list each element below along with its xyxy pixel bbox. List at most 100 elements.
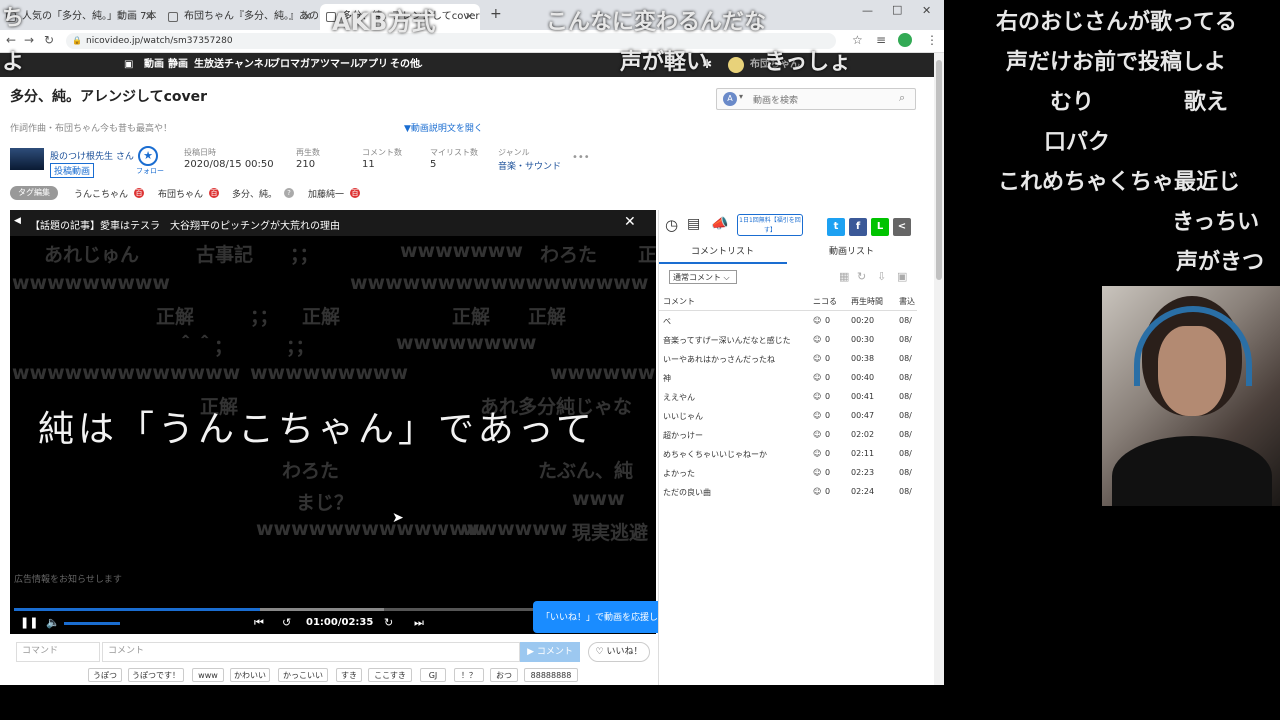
playlist-icon[interactable]: ▤ <box>687 216 700 232</box>
megaphone-icon[interactable]: 📣 <box>711 216 728 232</box>
comment-filter-select[interactable]: 通常コメント ⌵ <box>669 270 737 284</box>
new-tab-button[interactable]: + <box>490 6 502 22</box>
lottery-badge[interactable]: 1日1回無料【福引を回す】 <box>737 214 803 236</box>
tag-item[interactable]: 加藤純一 <box>308 187 344 200</box>
nicoru-icon[interactable]: ☺ <box>813 335 821 344</box>
user-avatar[interactable] <box>728 57 744 73</box>
comment-settings-icon[interactable]: ▣ <box>897 270 907 283</box>
ad-note[interactable]: 広告情報をお知らせします <box>14 572 122 585</box>
open-description-link[interactable]: ▼動画説明文を開く <box>404 121 483 134</box>
rewind-10-icon[interactable]: ↺ <box>282 616 291 629</box>
dictionary-icon[interactable]: 百 <box>350 188 360 198</box>
tag-item[interactable]: 布団ちゃん <box>158 187 203 200</box>
follow-star-icon[interactable]: ★ <box>138 146 158 166</box>
tab-comment-list[interactable]: コメントリスト <box>691 244 754 257</box>
nicoru-icon[interactable]: ☺ <box>813 316 821 325</box>
news-close-icon[interactable]: ✕ <box>624 214 636 230</box>
nicoru-icon[interactable]: ☺ <box>813 487 821 496</box>
chevron-down-icon[interactable]: ▾ <box>739 92 743 101</box>
twitter-icon[interactable]: t <box>827 218 845 236</box>
minimize-button[interactable]: — <box>862 4 873 17</box>
nicoru-icon[interactable]: ☺ <box>813 354 821 363</box>
skip-forward-icon[interactable]: ⏭ <box>414 616 424 630</box>
comment-row[interactable]: べ ☺ 0 00:20 08/ <box>659 312 917 331</box>
uploader-thumbnail[interactable] <box>10 148 44 170</box>
profile-avatar[interactable] <box>898 33 912 47</box>
comment-row[interactable]: ええやん ☺ 0 00:41 08/ <box>659 388 917 407</box>
quick-comment-button[interactable]: かわいい <box>230 668 270 682</box>
browser-tab[interactable]: 布団ちゃん『多分、純。』あの頃の ✕ <box>162 4 318 30</box>
column-header[interactable]: ニコる <box>813 296 837 307</box>
tab-video-list[interactable]: 動画リスト <box>829 244 874 257</box>
nicoru-icon[interactable]: ☺ <box>813 392 821 401</box>
nav-item-seiga[interactable]: 静画 <box>168 53 188 77</box>
dictionary-icon[interactable]: ? <box>284 188 294 198</box>
forward-icon[interactable]: → <box>24 33 34 47</box>
maximize-button[interactable]: □ <box>892 3 902 16</box>
column-header[interactable]: 再生時間 <box>851 296 883 307</box>
comment-row[interactable]: よかった ☺ 0 02:23 08/ <box>659 464 917 483</box>
nicoru-icon[interactable]: ☺ <box>813 449 821 458</box>
nav-item-app[interactable]: アプリ <box>358 53 388 77</box>
nav-item-atsumaru[interactable]: アツマール <box>310 53 360 77</box>
more-options-icon[interactable]: ••• <box>572 152 590 163</box>
nav-item-channel[interactable]: チャンネル <box>224 53 274 77</box>
quick-comment-button[interactable]: 88888888 <box>524 668 578 682</box>
quick-comment-button[interactable]: www <box>192 668 224 682</box>
search-type-icon[interactable]: A <box>723 92 737 106</box>
share-icon[interactable]: < <box>893 218 911 236</box>
calendar-icon[interactable]: ▦ <box>839 270 849 283</box>
quick-comment-button[interactable]: ！？ <box>454 668 484 682</box>
comment-row[interactable]: ただの良い曲 ☺ 0 02:24 08/ <box>659 483 917 502</box>
niconico-logo-icon[interactable]: ▣ <box>124 53 133 77</box>
comment-row[interactable]: 神 ☺ 0 00:40 08/ <box>659 369 917 388</box>
tag-item[interactable]: うんこちゃん <box>74 187 128 200</box>
volume-icon[interactable]: 🔈 <box>46 616 60 629</box>
volume-slider[interactable] <box>64 622 120 625</box>
bookmark-star-icon[interactable]: ☆ <box>852 33 863 47</box>
nicoru-icon[interactable]: ☺ <box>813 373 821 382</box>
close-window-button[interactable]: ✕ <box>922 4 931 17</box>
quick-comment-button[interactable]: ここすき <box>368 668 412 682</box>
comment-row[interactable]: めちゃくちゃいいじゃねーか ☺ 0 02:11 08/ <box>659 445 917 464</box>
comment-input[interactable]: コメント <box>102 642 520 662</box>
clock-icon[interactable]: ◷ <box>665 216 678 234</box>
quick-comment-button[interactable]: うぽつです！ <box>128 668 184 682</box>
comment-row[interactable]: いーやあれはかっさんだったね ☺ 0 00:38 08/ <box>659 350 917 369</box>
comment-submit-button[interactable]: ▶ コメント <box>520 642 580 662</box>
nicoru-icon[interactable]: ☺ <box>813 411 821 420</box>
quick-comment-button[interactable]: うぽつ <box>88 668 122 682</box>
close-tab-icon[interactable]: ✕ <box>465 4 474 30</box>
line-icon[interactable]: L <box>871 218 889 236</box>
nicoru-icon[interactable]: ☺ <box>813 430 821 439</box>
video-player[interactable]: ◀ 【話題の記事】愛車はテスラ 大谷翔平のピッチングが大荒れの理由 ✕ あれじゅ… <box>10 210 656 634</box>
search-icon[interactable]: ⌕ <box>899 91 905 105</box>
search-input[interactable] <box>751 91 895 109</box>
nav-item-video[interactable]: 動画 <box>144 53 164 77</box>
tag-item[interactable]: 多分、純。 <box>232 187 277 200</box>
dictionary-icon[interactable]: 百 <box>209 188 219 198</box>
column-header[interactable]: 書込 <box>899 296 915 307</box>
comment-row[interactable]: 超かっけー ☺ 0 02:02 08/ <box>659 426 917 445</box>
forward-10-icon[interactable]: ↻ <box>384 616 393 629</box>
download-icon[interactable]: ⇩ <box>877 270 886 283</box>
uploader-name[interactable]: 股のつけ根先生 さん <box>50 149 134 162</box>
comment-row[interactable]: 音楽ってすげー深いんだなと感じた ☺ 0 00:30 08/ <box>659 331 917 350</box>
nav-item-blomaga[interactable]: ブロマガ <box>270 53 310 77</box>
reading-list-icon[interactable]: ≡ <box>876 33 886 47</box>
comment-row[interactable]: いいじゃん ☺ 0 00:47 08/ <box>659 407 917 426</box>
nicoru-icon[interactable]: ☺ <box>813 468 821 477</box>
tag-edit-button[interactable]: タグ編集 <box>10 186 58 200</box>
nav-item-live[interactable]: 生放送 <box>194 53 224 77</box>
reload-icon[interactable]: ↻ <box>44 33 54 47</box>
close-tab-icon[interactable]: ✕ <box>145 4 154 30</box>
facebook-icon[interactable]: f <box>849 218 867 236</box>
close-tab-icon[interactable]: ✕ <box>303 4 312 30</box>
news-text[interactable]: 【話題の記事】愛車はテスラ 大谷翔平のピッチングが大荒れの理由 <box>30 217 340 232</box>
like-button[interactable]: ♡ いいね！ <box>588 642 650 662</box>
refresh-icon[interactable]: ↻ <box>857 270 866 283</box>
page-scrollbar[interactable] <box>934 53 944 685</box>
quick-comment-button[interactable]: おつ <box>490 668 518 682</box>
quick-comment-button[interactable]: GJ <box>420 668 446 682</box>
command-input[interactable]: コマンド <box>16 642 100 662</box>
